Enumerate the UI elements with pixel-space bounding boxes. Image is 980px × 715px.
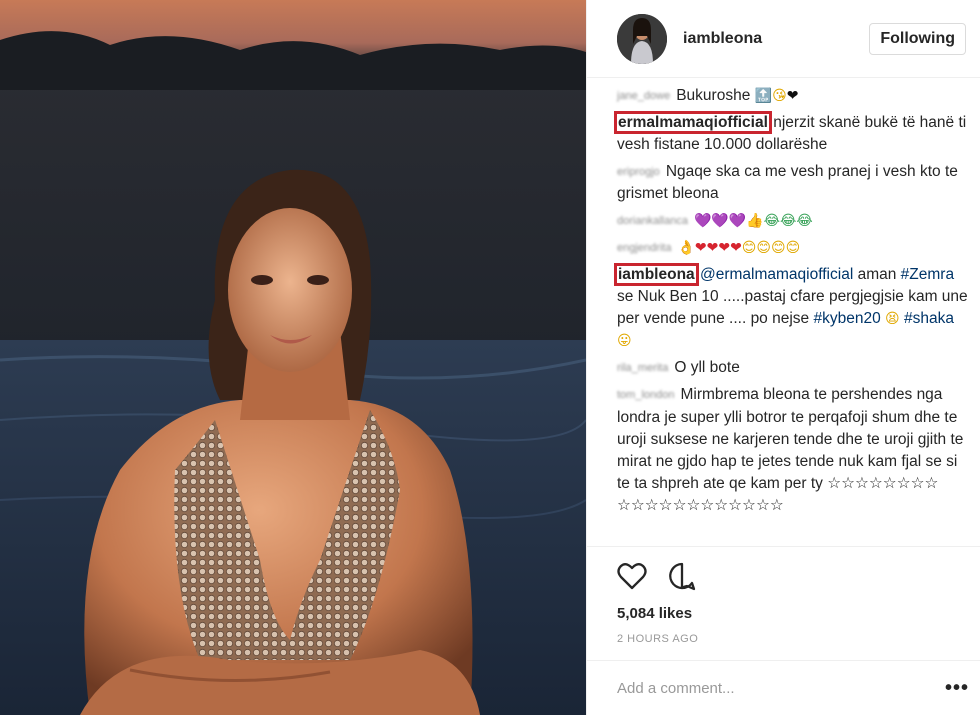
comment-username-blurred[interactable]: engjendrita	[617, 237, 671, 259]
avatar[interactable]	[617, 13, 667, 64]
post-actions: 5,084 likes 2 HOURS AGO	[587, 546, 980, 645]
post-photo[interactable]	[0, 0, 586, 715]
post-header: iambleona Following	[587, 0, 980, 78]
add-comment-bar: •••	[587, 660, 980, 715]
post-image	[0, 0, 586, 715]
comment-item: tom_london Mirmbrema bleona te pershendes…	[617, 384, 971, 516]
comment-mention[interactable]: @ermalmamaqiofficial	[700, 266, 853, 283]
comment-hashtag[interactable]: #shaka	[904, 310, 954, 327]
comment-item: rila_merita O yll bote	[617, 357, 971, 379]
more-options-button[interactable]: •••	[945, 677, 969, 700]
action-row	[617, 559, 951, 593]
comment-item: iambleona @ermalmamaqiofficial aman #Zem…	[614, 263, 971, 352]
likes-count[interactable]: 5,084 likes	[617, 605, 951, 622]
comment-username-highlighted[interactable]: ermalmamaqiofficial	[614, 111, 772, 135]
comment-emoji: 💜💜💜👍😂😂😂	[693, 213, 813, 230]
post-side-panel: iambleona Following jane_dowe Bukuroshe 🔝…	[586, 0, 980, 715]
comment-text: aman	[853, 266, 901, 284]
comment-username-blurred[interactable]: tom_london	[617, 384, 675, 406]
comment-hashtag[interactable]: #kyben20	[813, 310, 880, 327]
comment-item: engjendrita 👌❤❤❤❤😊😊😊😊	[617, 237, 971, 259]
comment-emoji: 🔝😘❤	[754, 88, 799, 105]
post-timestamp: 2 HOURS AGO	[617, 633, 699, 645]
post-username[interactable]: iambleona	[683, 30, 869, 48]
comment-text: Bukuroshe	[676, 87, 751, 105]
comment-username-blurred[interactable]: eriprogjo	[617, 161, 660, 183]
comment-username-blurred[interactable]: rila_merita	[617, 357, 668, 379]
comment-username-highlighted[interactable]: iambleona	[614, 263, 699, 287]
comment-item: doriankallanca 💜💜💜👍😂😂😂	[617, 210, 971, 232]
add-comment-input[interactable]	[617, 679, 945, 697]
comments-list[interactable]: jane_dowe Bukuroshe 🔝😘❤ ermalmamaqioffici…	[587, 79, 980, 544]
comment-item: eriprogjo Ngaqe ska ca me vesh pranej i v…	[617, 161, 971, 205]
comment-item: jane_dowe Bukuroshe 🔝😘❤	[617, 85, 971, 107]
comment-username-blurred[interactable]: jane_dowe	[617, 85, 670, 107]
comment-username-blurred[interactable]: doriankallanca	[617, 210, 688, 232]
speech-bubble-icon[interactable]	[667, 561, 697, 591]
comment-text: O yll bote	[674, 359, 740, 377]
comment-hashtag[interactable]: #Zemra	[901, 266, 954, 283]
comment-text: Ngaqe ska ca me vesh pranej i vesh kto t…	[617, 163, 958, 203]
comment-emoji: 😛	[617, 333, 632, 350]
comment-emoji: 😫	[885, 311, 900, 328]
heart-outline-icon[interactable]	[617, 562, 647, 590]
following-button[interactable]: Following	[869, 22, 966, 55]
comment-item: ermalmamaqiofficial njerzit skanë bukë t…	[614, 111, 971, 156]
comment-emoji: 👌❤❤❤❤😊😊😊😊	[677, 240, 801, 257]
